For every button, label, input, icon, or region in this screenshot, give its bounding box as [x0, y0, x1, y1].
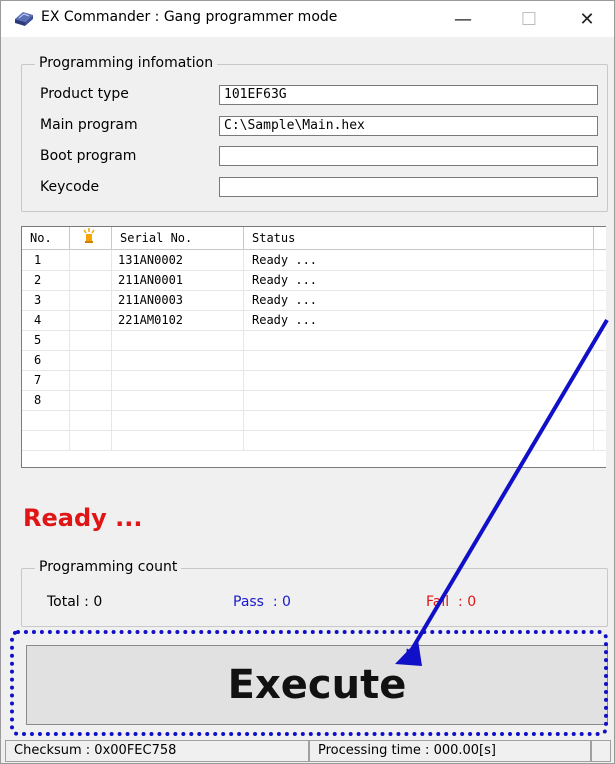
cell-serial — [112, 370, 244, 390]
cell-icon — [70, 270, 112, 290]
table-row[interactable]: 2 211AN0001 Ready ... — [22, 270, 606, 291]
cell-icon — [70, 390, 112, 410]
processing-time-readout: Processing time : 000.00[s] — [309, 740, 591, 762]
table-row[interactable]: 1 131AN0002 Ready ... — [22, 250, 606, 271]
column-header-icon[interactable] — [70, 227, 112, 249]
column-header-status[interactable]: Status — [244, 227, 594, 249]
boot-program-field[interactable] — [219, 146, 598, 166]
programming-info-legend: Programming infomation — [35, 55, 218, 71]
keycode-field[interactable] — [219, 177, 598, 197]
cell-status — [244, 350, 594, 370]
cell-serial: 211AN0001 — [112, 270, 244, 290]
cell-serial: 221AM0102 — [112, 310, 244, 330]
cell-no: 2 — [22, 270, 70, 290]
cell-icon — [70, 310, 112, 330]
fail-count: Fail : 0 — [426, 594, 477, 610]
cell-no: 8 — [22, 390, 70, 410]
cell-serial — [112, 410, 244, 430]
main-program-field[interactable]: C:\Sample\Main.hex — [219, 116, 598, 136]
table-row[interactable]: 7 — [22, 370, 606, 391]
cell-no: 6 — [22, 350, 70, 370]
total-count: Total : 0 — [47, 594, 103, 610]
product-type-label: Product type — [40, 86, 129, 102]
cell-no: 5 — [22, 330, 70, 350]
cell-serial — [112, 330, 244, 350]
cell-icon — [70, 350, 112, 370]
cell-no — [22, 410, 70, 430]
cell-status — [244, 330, 594, 350]
cell-no: 4 — [22, 310, 70, 330]
main-program-label: Main program — [40, 117, 138, 133]
table-row[interactable]: 3 211AN0003 Ready ... — [22, 290, 606, 311]
status-bar-extra — [591, 740, 611, 762]
cell-serial — [112, 350, 244, 370]
app-window: EX Commander : Gang programmer mode — ☐ … — [0, 0, 615, 764]
cell-icon — [70, 330, 112, 350]
cell-serial: 211AN0003 — [112, 290, 244, 310]
boot-program-label: Boot program — [40, 148, 137, 164]
column-header-serial[interactable]: Serial No. — [112, 227, 244, 249]
column-header-no[interactable]: No. — [22, 227, 70, 249]
title-bar: EX Commander : Gang programmer mode — ☐ … — [1, 1, 614, 37]
cell-status: Ready ... — [244, 250, 594, 270]
window-title: EX Commander : Gang programmer mode — [41, 9, 338, 25]
cell-icon — [70, 430, 112, 450]
app-logo-icon — [15, 12, 33, 26]
status-message: Ready ... — [23, 504, 143, 532]
cell-serial — [112, 430, 244, 450]
cell-status: Ready ... — [244, 270, 594, 290]
programming-count-group — [21, 568, 608, 627]
cell-serial — [112, 390, 244, 410]
cell-serial: 131AN0002 — [112, 250, 244, 270]
cell-status — [244, 430, 594, 450]
close-button[interactable]: ✕ — [565, 5, 609, 33]
cell-icon — [70, 410, 112, 430]
checksum-readout: Checksum : 0x00FEC758 — [5, 740, 309, 762]
status-bar: Checksum : 0x00FEC758 Processing time : … — [1, 738, 614, 763]
pass-count: Pass : 0 — [233, 594, 291, 610]
table-row[interactable]: 6 — [22, 350, 606, 371]
programming-count-legend: Programming count — [35, 559, 182, 575]
cell-no: 7 — [22, 370, 70, 390]
table-row[interactable]: 8 — [22, 390, 606, 411]
table-row[interactable]: 5 — [22, 330, 606, 351]
minimize-button[interactable]: — — [441, 5, 485, 33]
cell-icon — [70, 250, 112, 270]
table-row-empty — [22, 410, 606, 431]
cell-no: 3 — [22, 290, 70, 310]
device-table[interactable]: No. Serial No. Status 1 131AN0002 Ready … — [21, 226, 606, 468]
maximize-button[interactable]: ☐ — [507, 5, 551, 33]
cell-icon — [70, 370, 112, 390]
keycode-label: Keycode — [40, 179, 100, 195]
cell-status: Ready ... — [244, 310, 594, 330]
table-row-empty — [22, 430, 606, 451]
cell-status — [244, 370, 594, 390]
product-type-field[interactable]: 101EF63G — [219, 85, 598, 105]
cell-no — [22, 430, 70, 450]
execute-highlight-outline — [10, 630, 608, 736]
cell-status — [244, 390, 594, 410]
lamp-icon — [83, 228, 95, 243]
table-row[interactable]: 4 221AM0102 Ready ... — [22, 310, 606, 331]
table-header: No. Serial No. Status — [22, 227, 606, 250]
cell-icon — [70, 290, 112, 310]
cell-status — [244, 410, 594, 430]
cell-status: Ready ... — [244, 290, 594, 310]
cell-no: 1 — [22, 250, 70, 270]
